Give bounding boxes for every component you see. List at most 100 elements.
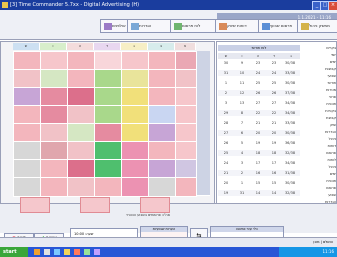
schedule-cell[interactable] — [94, 51, 122, 71]
taskbar-app-icon[interactable] — [64, 249, 70, 255]
schedule-cell[interactable] — [67, 69, 95, 89]
calendar-row[interactable]: 28 7 21 21 33/38 — [218, 120, 300, 126]
schedule-cell[interactable] — [40, 159, 68, 179]
calendar-row[interactable]: 2 12 26 26 37/38 — [218, 90, 300, 96]
schedule-cell[interactable] — [148, 141, 176, 161]
schedule-cell[interactable] — [67, 123, 95, 143]
schedule-cell[interactable] — [121, 87, 149, 107]
schedule-cell[interactable] — [13, 87, 41, 107]
calendar-row[interactable]: 25 4 18 18 32/38 — [218, 150, 300, 156]
schedule-cell[interactable] — [94, 87, 122, 107]
toolbar-button-5[interactable]: פרסום שבועי — [258, 19, 300, 33]
schedule-cell[interactable] — [94, 123, 122, 143]
schedule-cell[interactable] — [13, 51, 41, 71]
calendar-cell: 30/38 — [284, 61, 296, 65]
schedule-cell[interactable] — [67, 141, 95, 161]
schedule-cell[interactable] — [40, 105, 68, 125]
schedule-cell[interactable] — [40, 123, 68, 143]
schedule-cell[interactable] — [94, 141, 122, 161]
calendar-row[interactable]: 31 10 24 24 33/38 — [218, 70, 300, 76]
schedule-cell[interactable] — [67, 105, 95, 125]
schedule-cell[interactable] — [148, 123, 176, 143]
calendar-row[interactable]: 24 3 17 17 34/38 — [218, 160, 300, 166]
schedule-cell[interactable] — [121, 51, 149, 71]
toolbar-button-4[interactable]: דוחות שיווק — [215, 19, 261, 33]
schedule-cell[interactable] — [175, 123, 197, 143]
schedule-cell[interactable] — [13, 105, 41, 125]
schedule-cell[interactable] — [40, 87, 68, 107]
calendar-row[interactable]: 19 31 14 14 32/38 — [218, 190, 300, 196]
calendar-cell: 1 — [240, 181, 244, 185]
schedule-cell[interactable] — [121, 105, 149, 125]
toolbar-button-6[interactable]: ממשק ניהול — [297, 19, 337, 33]
toolbar-button-1-label: אולפנים — [112, 23, 126, 28]
schedule-cell[interactable] — [67, 87, 95, 107]
calendar-cell: 16 — [271, 171, 277, 175]
toolbar-button-2-label: הגדרות — [139, 23, 152, 28]
schedule-cell[interactable] — [13, 123, 41, 143]
toolbar-button-1[interactable]: אולפנים — [100, 19, 130, 33]
calendar-row[interactable]: 3 13 27 27 34/38 — [218, 100, 300, 106]
calendar-row[interactable]: 30 9 23 23 30/38 — [218, 60, 300, 66]
schedule-cell[interactable] — [13, 159, 41, 179]
start-button[interactable]: start — [0, 247, 28, 257]
schedule-cell[interactable] — [13, 141, 41, 161]
calendar-row[interactable]: 20 1 15 15 30/38 — [218, 180, 300, 186]
schedule-cell[interactable] — [121, 159, 149, 179]
taskbar-app-icon[interactable] — [44, 249, 50, 255]
schedule-cell[interactable] — [67, 51, 95, 71]
schedule-cell[interactable] — [148, 51, 176, 71]
row-header — [196, 51, 210, 70]
taskbar: start 11:16 — [0, 247, 337, 257]
schedule-cell[interactable] — [40, 51, 68, 71]
status-text: הושלם | מוכן — [313, 240, 333, 244]
calendar-row[interactable]: 21 2 16 16 31/38 — [218, 170, 300, 176]
calendar-cell: 26 — [223, 141, 229, 145]
schedule-cell[interactable] — [175, 87, 197, 107]
schedule-cell[interactable] — [175, 51, 197, 71]
calendar-row[interactable]: 1 11 25 25 30/38 — [218, 80, 300, 86]
sidebar-label: בקורות — [325, 109, 336, 113]
schedule-cell[interactable] — [175, 177, 197, 197]
schedule-cell[interactable] — [94, 159, 122, 179]
schedule-cell[interactable] — [121, 123, 149, 143]
toolbar-button-2[interactable]: הגדרות — [127, 19, 173, 33]
schedule-cell[interactable] — [148, 177, 176, 197]
schedule-cell[interactable] — [121, 69, 149, 89]
schedule-cell[interactable] — [94, 177, 122, 197]
taskbar-app-icon[interactable] — [54, 249, 60, 255]
schedule-cell[interactable] — [148, 69, 176, 89]
calendar-row[interactable]: 29 8 22 22 34/38 — [218, 110, 300, 116]
calendar-row[interactable]: 26 5 19 19 36/38 — [218, 140, 300, 146]
schedule-cell[interactable] — [148, 87, 176, 107]
taskbar-app-icon[interactable] — [74, 249, 80, 255]
taskbar-app-icon[interactable] — [94, 249, 100, 255]
sidebar-label: פרסום — [326, 151, 336, 155]
schedule-cell[interactable] — [94, 105, 122, 125]
schedule-cell[interactable] — [67, 177, 95, 197]
taskbar-app-icon[interactable] — [34, 249, 40, 255]
toolbar-button-3[interactable]: לוח פרסום — [170, 19, 218, 33]
cal-header-0: ש — [218, 53, 235, 59]
day-header-4: ג — [121, 43, 148, 50]
schedule-cell[interactable] — [13, 177, 41, 197]
schedule-cell[interactable] — [13, 69, 41, 89]
schedule-cell[interactable] — [40, 141, 68, 161]
schedule-cell[interactable] — [175, 105, 197, 125]
schedule-cell[interactable] — [175, 141, 197, 161]
schedule-cell[interactable] — [67, 159, 95, 179]
schedule-cell[interactable] — [121, 177, 149, 197]
calendar-cell: 19 — [271, 141, 277, 145]
schedule-cell[interactable] — [175, 69, 197, 89]
schedule-cell[interactable] — [94, 69, 122, 89]
schedule-cell[interactable] — [175, 159, 197, 179]
schedule-cell[interactable] — [148, 105, 176, 125]
schedule-cell[interactable] — [148, 159, 176, 179]
calendar-row[interactable]: 27 6 20 20 30/38 — [218, 130, 300, 136]
schedule-cell[interactable] — [121, 141, 149, 161]
field1-value[interactable]: 10:00 — [74, 232, 84, 236]
calendar-cell: 31/38 — [284, 171, 296, 175]
taskbar-app-icon[interactable] — [84, 249, 90, 255]
schedule-cell[interactable] — [40, 69, 68, 89]
schedule-cell[interactable] — [40, 177, 68, 197]
